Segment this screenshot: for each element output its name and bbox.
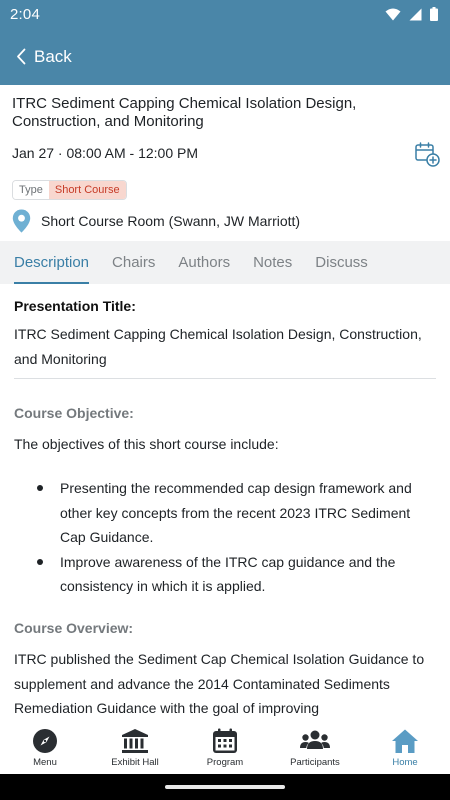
event-location-text: Short Course Room (Swann, JW Marriott)	[41, 213, 301, 229]
nav-program-label: Program	[206, 757, 244, 768]
type-badge-key: Type	[13, 181, 49, 199]
status-icons	[385, 7, 438, 21]
list-item: Improve awareness of the ITRC cap guidan…	[14, 550, 434, 599]
add-to-calendar-icon[interactable]	[414, 141, 440, 167]
tab-notes[interactable]: Notes	[253, 241, 292, 284]
home-icon	[392, 729, 418, 753]
back-label: Back	[34, 46, 72, 66]
objectives-list: Presenting the recommended cap design fr…	[14, 476, 434, 599]
type-badge-value: Short Course	[48, 181, 126, 199]
tab-description[interactable]: Description	[14, 241, 90, 284]
status-bar: 2:04	[0, 0, 450, 28]
type-badge: Type Short Course	[12, 180, 127, 200]
battery-icon	[430, 7, 438, 21]
home-gesture-handle[interactable]	[165, 785, 285, 789]
calendar-icon	[213, 728, 237, 753]
section-divider	[14, 378, 436, 379]
people-icon	[300, 730, 330, 749]
nav-participants-label: Participants	[290, 757, 340, 768]
presentation-title-text: ITRC Sediment Capping Chemical Isolation…	[14, 326, 422, 367]
app-bar: Back	[0, 28, 450, 85]
tab-authors[interactable]: Authors	[178, 241, 230, 284]
nav-exhibit-hall[interactable]: Exhibit Hall	[90, 724, 180, 774]
tab-chairs[interactable]: Chairs	[112, 241, 155, 284]
nav-program[interactable]: Program	[180, 724, 270, 774]
chevron-left-icon	[17, 48, 26, 65]
status-time: 2:04	[10, 5, 40, 23]
nav-participants[interactable]: Participants	[270, 724, 360, 774]
course-overview-text: ITRC published the Sediment Cap Chemical…	[14, 651, 425, 716]
tab-discuss[interactable]: Discuss	[315, 241, 368, 284]
wifi-icon	[385, 8, 401, 20]
nav-home-label: Home	[392, 757, 418, 768]
signal-icon	[409, 8, 422, 20]
list-item: Presenting the recommended cap design fr…	[14, 476, 434, 550]
event-location[interactable]: Short Course Room (Swann, JW Marriott)	[12, 209, 300, 233]
description-content: Presentation Title: ITRC Sediment Cappin…	[14, 284, 436, 724]
nav-menu-label: Menu	[33, 757, 57, 768]
course-objective-intro: The objectives of this short course incl…	[14, 436, 279, 452]
map-pin-icon	[12, 209, 31, 233]
back-button[interactable]: Back	[16, 47, 72, 67]
system-gesture-bar	[0, 774, 450, 800]
event-title: ITRC Sediment Capping Chemical Isolation…	[12, 95, 357, 130]
detail-tabs: Description Chairs Authors Notes Discuss	[0, 241, 450, 284]
course-overview-heading: Course Overview:	[14, 620, 134, 636]
presentation-title-label: Presentation Title:	[14, 298, 136, 314]
bottom-navigation: Menu Exhibit Hall Program Participants H…	[0, 724, 450, 774]
nav-menu[interactable]: Menu	[0, 724, 90, 774]
building-icon	[122, 729, 148, 753]
compass-icon	[33, 729, 57, 753]
course-objective-heading: Course Objective:	[14, 405, 134, 421]
event-datetime: Jan 27 · 08:00 AM - 12:00 PM	[12, 145, 198, 161]
nav-home[interactable]: Home	[360, 724, 450, 774]
nav-exhibit-hall-label: Exhibit Hall	[111, 757, 159, 768]
